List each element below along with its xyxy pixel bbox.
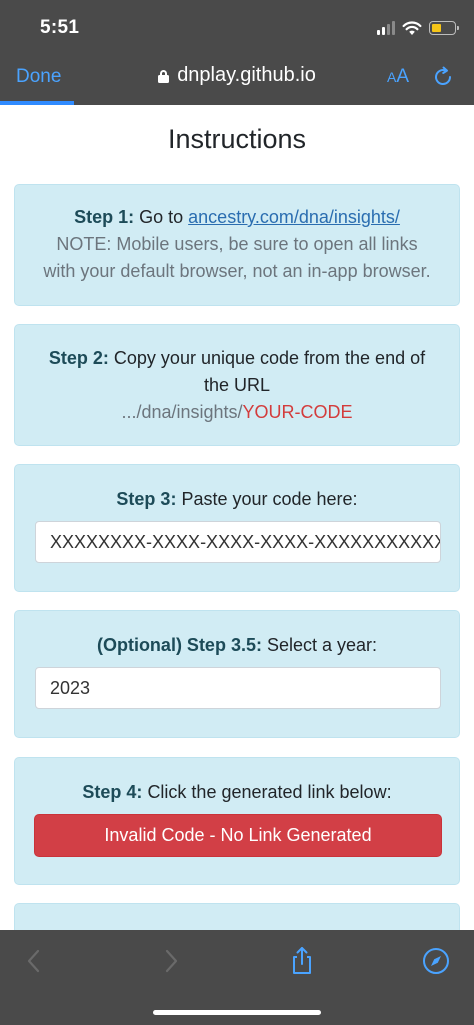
page-title: Instructions bbox=[167, 124, 307, 154]
ancestry-link[interactable]: ancestry.com/dna/insights/ bbox=[188, 207, 400, 227]
url-text: dnplay.github.io bbox=[177, 64, 316, 86]
status-time: 5:51 bbox=[40, 17, 80, 38]
done-focus-indicator bbox=[0, 101, 74, 105]
home-indicator bbox=[153, 1010, 321, 1015]
compass-icon[interactable] bbox=[421, 946, 451, 976]
wifi-icon bbox=[402, 20, 422, 35]
status-icons bbox=[377, 18, 459, 38]
code-input[interactable]: XXXXXXXX-XXXX-XXXX-XXXX-XXXXXXXXXXXX bbox=[35, 521, 441, 563]
text-size-button[interactable]: AA bbox=[387, 66, 409, 88]
lock-icon bbox=[158, 70, 170, 83]
step2-text-line1: Copy your unique code from the end of bbox=[113, 348, 426, 368]
battery-icon bbox=[429, 21, 459, 35]
step1-label: Step 1: bbox=[74, 207, 135, 227]
invalid-code-button[interactable]: Invalid Code - No Link Generated bbox=[34, 814, 442, 857]
year-select[interactable]: 2023 bbox=[35, 667, 441, 709]
step1-text: Go to bbox=[139, 207, 184, 227]
text-size-large-label: A bbox=[396, 66, 410, 87]
step35-label: (Optional) Step 3.5: bbox=[96, 635, 262, 655]
step1-note-line2: with your default browser, not an in-app… bbox=[43, 261, 431, 281]
step4-text: Click the generated link below: bbox=[147, 782, 392, 802]
step3-label: Step 3: bbox=[116, 489, 177, 509]
text-size-small-label: A bbox=[387, 69, 397, 85]
step4-line: Step 4: Click the generated link below: bbox=[15, 779, 459, 806]
step3-line: Step 3: Paste your code here: bbox=[15, 486, 459, 513]
step2-label: Step 2: bbox=[48, 348, 109, 368]
step2-url-prefix: .../dna/insights/ bbox=[121, 402, 243, 422]
step3-text: Paste your code here: bbox=[181, 489, 358, 509]
step1-line: Step 1: Go to ancestry.com/dna/insights/ bbox=[15, 204, 459, 231]
step2-line1: Step 2: Copy your unique code from the e… bbox=[15, 345, 459, 372]
step3-card: Step 3: Paste your code here: XXXXXXXX-X… bbox=[14, 464, 460, 592]
step2-text-line2: the URL bbox=[203, 375, 271, 395]
forward-icon[interactable] bbox=[155, 946, 185, 976]
back-icon[interactable] bbox=[20, 946, 50, 976]
step1-note-line1: NOTE: Mobile users, be sure to open all … bbox=[56, 234, 418, 254]
step4-card: Step 4: Click the generated link below: … bbox=[14, 757, 460, 885]
share-icon[interactable] bbox=[287, 946, 317, 976]
reload-icon[interactable] bbox=[432, 66, 454, 88]
step2-url-example: .../dna/insights/YOUR-CODE bbox=[15, 399, 459, 426]
signal-icon bbox=[377, 21, 395, 35]
browser-header: 5:51 Done dnplay.github.io AA bbox=[0, 0, 474, 105]
step35-card: (Optional) Step 3.5: Select a year: 2023 bbox=[14, 610, 460, 738]
step2-url-code: YOUR-CODE bbox=[242, 402, 353, 422]
step2-card: Step 2: Copy your unique code from the e… bbox=[14, 324, 460, 446]
step4-label: Step 4: bbox=[82, 782, 143, 802]
step1-card: Step 1: Go to ancestry.com/dna/insights/… bbox=[14, 184, 460, 306]
step35-text: Select a year: bbox=[266, 635, 378, 655]
step35-line: (Optional) Step 3.5: Select a year: bbox=[15, 632, 459, 659]
